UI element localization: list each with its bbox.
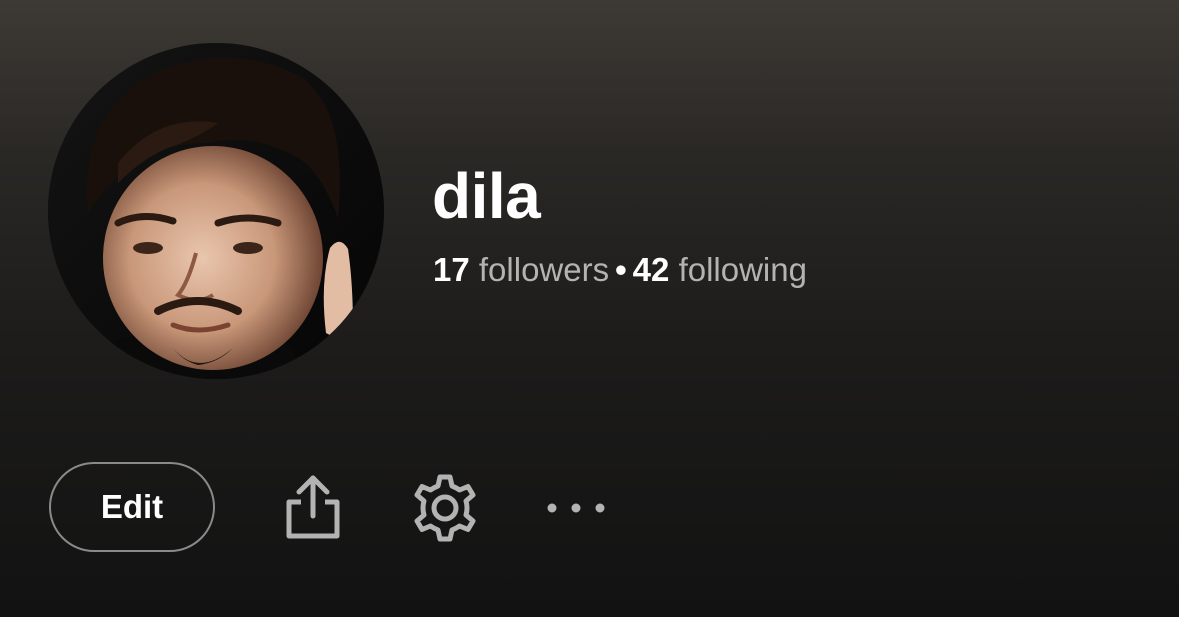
avatar[interactable]	[48, 43, 384, 379]
follow-stats: 17 followers • 42 following	[433, 250, 807, 290]
more-horizontal-icon	[547, 503, 605, 513]
avatar-photo	[48, 43, 384, 379]
following-link[interactable]: 42 following	[633, 251, 807, 288]
more-options-button[interactable]	[540, 490, 612, 526]
profile-username: dila	[432, 160, 541, 232]
share-button[interactable]	[280, 470, 346, 544]
following-count: 42	[632, 251, 670, 288]
following-label: following	[678, 251, 807, 288]
share-icon	[286, 475, 340, 539]
settings-button[interactable]	[406, 472, 484, 544]
gear-icon	[414, 474, 476, 542]
stats-separator: •	[615, 251, 627, 288]
followers-link[interactable]: 17 followers	[433, 251, 609, 288]
followers-count: 17	[433, 251, 470, 288]
followers-label: followers	[478, 251, 610, 288]
edit-profile-button[interactable]: Edit	[49, 462, 215, 552]
